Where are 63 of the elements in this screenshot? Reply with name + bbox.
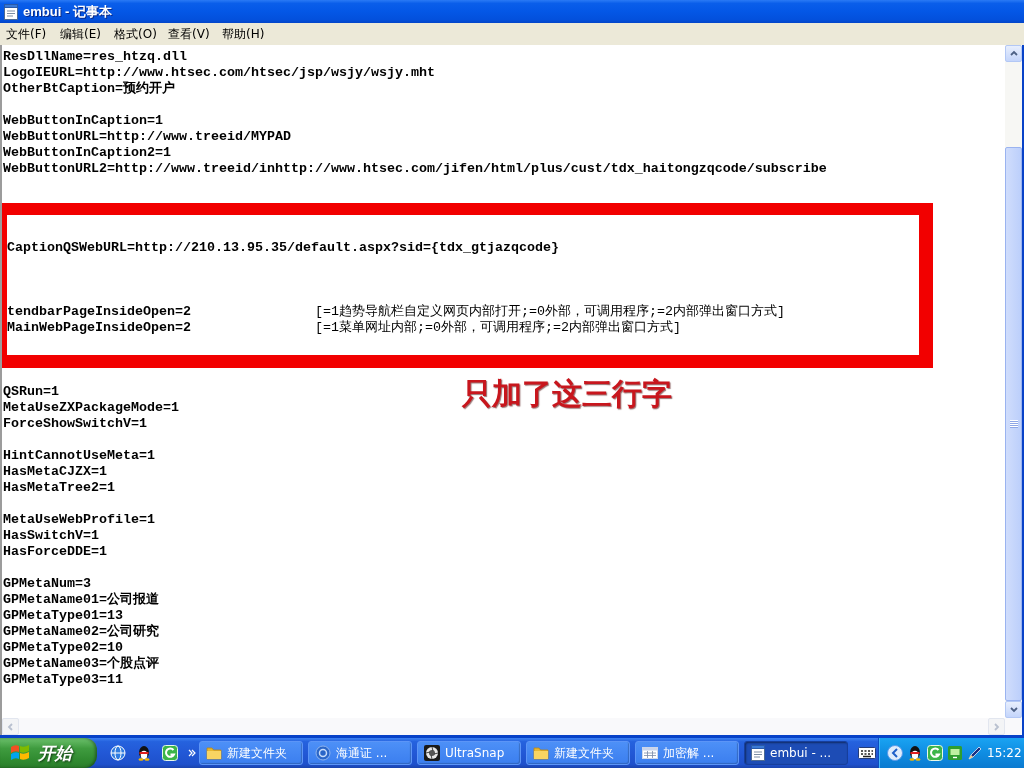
text-line: HasSwitchV=1 xyxy=(3,528,99,544)
line-comment: [=1趋势导航栏自定义网页内部打开;=0外部，可调用程序;=2内部弹出窗口方式] xyxy=(315,304,785,320)
text-line: HintCannotUseMeta=1 xyxy=(3,448,155,464)
text-line: GPMetaType03=11 xyxy=(3,672,123,688)
round-logo-icon xyxy=(315,745,331,761)
vertical-scrollbar[interactable] xyxy=(1005,45,1022,718)
start-button[interactable]: 开始 xyxy=(0,738,97,768)
globe-icon[interactable] xyxy=(110,745,126,761)
text-line: QSRun=1 xyxy=(3,384,59,400)
text-line: CaptionQSWebURL=http://210.13.95.35/default.aspx?sid={tdx_gtjazqcode} xyxy=(7,240,559,256)
text-line: GPMetaNum=3 xyxy=(3,576,91,592)
text-line: MetaUseWebProfile=1 xyxy=(3,512,155,528)
folder-icon xyxy=(533,745,549,761)
menu-item[interactable]: 帮助(H) xyxy=(218,24,272,44)
aperture-icon xyxy=(424,745,440,761)
menu-item[interactable]: 格式(O) xyxy=(110,24,164,44)
folder-icon xyxy=(206,745,222,761)
notepad-icon xyxy=(4,3,18,20)
text-line: LogoIEURL=http://www.htsec.com/htsec/jsp/wsjy/wsjy.mht xyxy=(3,65,435,81)
text-editor[interactable] xyxy=(0,45,1005,718)
text-line: GPMetaName03=个股点评 xyxy=(3,656,159,672)
keyboard-icon[interactable] xyxy=(858,747,876,759)
text-line: ForceShowSwitchV=1 xyxy=(3,416,147,432)
taskbar-button[interactable]: embui - ... xyxy=(744,741,848,765)
text-line: WebButtonInCaption2=1 xyxy=(3,145,171,161)
text-line: GPMetaName01=公司报道 xyxy=(3,592,159,608)
pen-icon[interactable] xyxy=(967,745,983,761)
taskbar-button[interactable]: 新建文件夹 xyxy=(199,741,303,765)
taskbar-button[interactable]: UltraSnap xyxy=(417,741,521,765)
window-title: embui - 记事本 xyxy=(23,2,112,21)
text-line: WebButtonURL=http://www.treeid/MYPAD xyxy=(3,129,291,145)
text-line: WebButtonInCaption=1 xyxy=(3,113,163,129)
scroll-down-button[interactable] xyxy=(1005,701,1022,718)
text-line: HasMetaCJZX=1 xyxy=(3,464,107,480)
text-line: MetaUseZXPackageMode=1 xyxy=(3,400,179,416)
double-chevron-icon[interactable] xyxy=(188,749,196,757)
text-line: GPMetaType02=10 xyxy=(3,640,123,656)
grip-icon xyxy=(1009,420,1018,428)
notepad-icon xyxy=(751,745,765,761)
annotation-text: 只加了这三行字 xyxy=(462,375,672,413)
app-tile-icon[interactable] xyxy=(927,745,943,761)
app-tile-icon[interactable] xyxy=(162,745,178,761)
text-line: HasMetaTree2=1 xyxy=(3,480,115,496)
scroll-thumb[interactable] xyxy=(1005,147,1022,701)
text-line: ResDllName=res_htzq.dll xyxy=(3,49,187,65)
clock: 15:22 xyxy=(987,746,1022,760)
line-comment: [=1菜单网址内部;=0外部，可调用程序;=2内部弹出窗口方式] xyxy=(315,320,681,336)
windows-logo-icon xyxy=(10,744,30,762)
text-line: OtherBtCaption=预约开户 xyxy=(3,81,175,97)
text-line: HasForceDDE=1 xyxy=(3,544,107,560)
text-line: GPMetaName02=公司研究 xyxy=(3,624,159,640)
text-line: GPMetaType01=13 xyxy=(3,608,123,624)
menu-item[interactable]: 编辑(E) xyxy=(56,24,110,44)
menu-item[interactable]: 查看(V) xyxy=(164,24,218,44)
text-line: WebButtonURL2=http://www.treeid/inhttp://www.htsec.com/jifen/html/plus/cust/tdx_haitongzqcode/subscribe xyxy=(3,161,827,177)
text-line: MainWebPageInsideOpen=2 xyxy=(7,320,191,336)
penguin-icon[interactable] xyxy=(136,745,152,761)
taskbar-button[interactable]: 加密解 ... xyxy=(635,741,739,765)
menu-item[interactable]: 文件(F) xyxy=(2,24,56,44)
scroll-up-button[interactable] xyxy=(1005,45,1022,62)
window-icon xyxy=(642,745,658,761)
penguin-icon[interactable] xyxy=(907,745,923,761)
text-line: tendbarPageInsideOpen=2 xyxy=(7,304,191,320)
